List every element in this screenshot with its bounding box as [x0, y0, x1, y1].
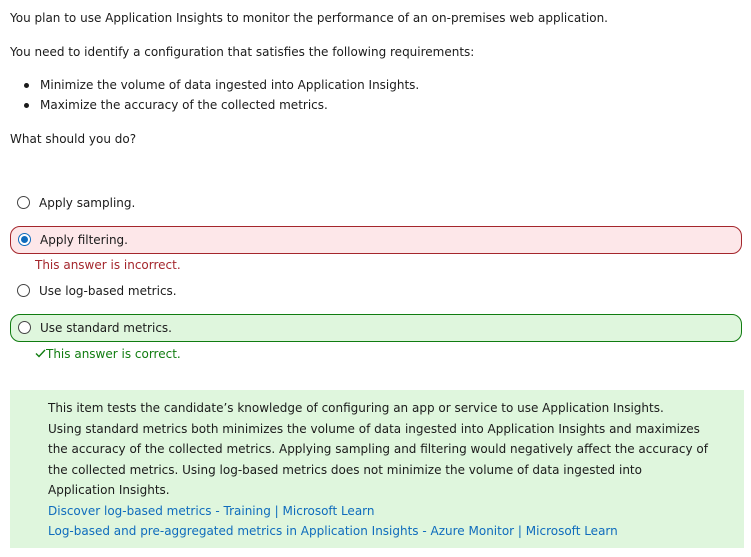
explanation-body: Using standard metrics both minimizes th… [48, 421, 708, 498]
requirement-text: Minimize the volume of data ingested int… [40, 78, 420, 92]
option-label: Use standard metrics. [40, 321, 172, 335]
explanation-panel: This item tests the candidate’s knowledg… [10, 390, 744, 548]
option-label: Apply filtering. [40, 233, 128, 247]
incorrect-feedback: This answer is incorrect. [35, 258, 181, 272]
correct-feedback: This answer is correct. [35, 347, 181, 361]
link-log-based-and-pre-aggregated-metrics[interactable]: Log-based and pre-aggregated metrics in … [48, 521, 708, 542]
question-intro: You plan to use Application Insights to … [10, 11, 608, 25]
option-apply-sampling[interactable]: Apply sampling. [10, 190, 742, 218]
bullet-icon [24, 103, 29, 108]
radio-button-selected[interactable] [18, 233, 31, 246]
question-need: You need to identify a configuration tha… [10, 45, 475, 59]
option-label: Use log-based metrics. [39, 284, 177, 298]
check-icon [35, 349, 46, 358]
question-prompt: What should you do? [10, 132, 137, 146]
bullet-icon [24, 83, 29, 88]
radio-button[interactable] [17, 196, 30, 209]
explanation-line1: This item tests the candidate’s knowledg… [48, 401, 664, 415]
radio-button[interactable] [17, 284, 30, 297]
correct-feedback-text: This answer is correct. [46, 347, 181, 361]
option-use-log-based-metrics[interactable]: Use log-based metrics. [10, 278, 742, 306]
option-use-standard-metrics[interactable]: Use standard metrics. [10, 314, 742, 342]
link-discover-log-based-metrics[interactable]: Discover log-based metrics - Training | … [48, 501, 708, 522]
radio-button[interactable] [18, 321, 31, 334]
requirement-text: Maximize the accuracy of the collected m… [40, 98, 328, 112]
option-apply-filtering[interactable]: Apply filtering. [10, 226, 742, 254]
option-label: Apply sampling. [39, 196, 136, 210]
